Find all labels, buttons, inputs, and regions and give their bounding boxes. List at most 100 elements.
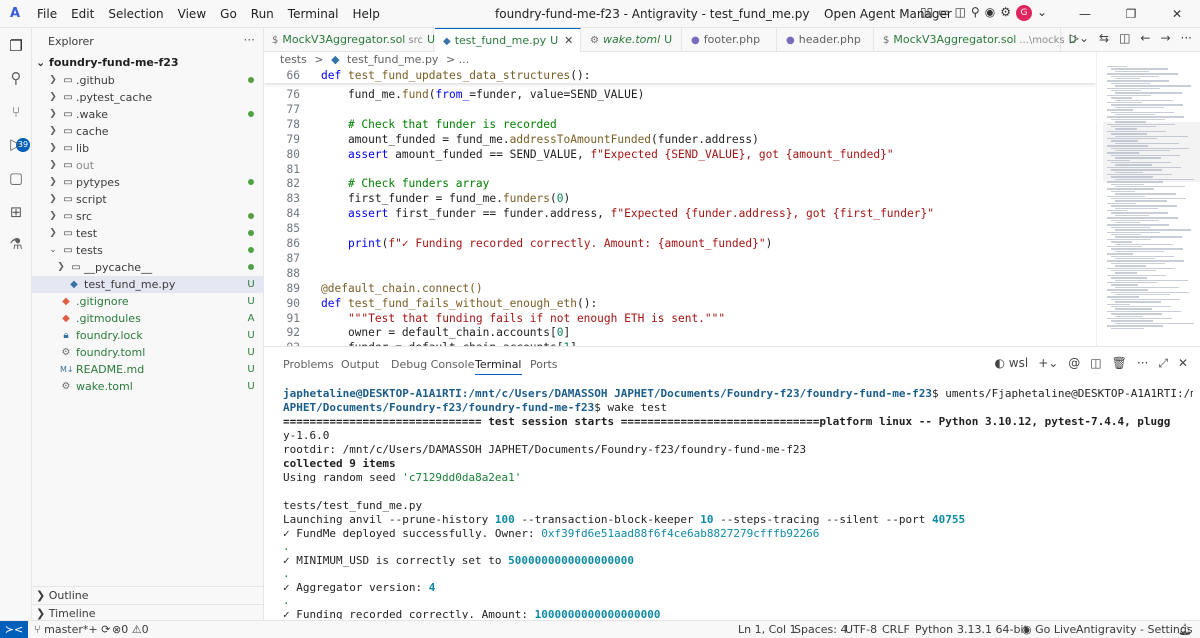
code-line[interactable]: 78 # Check that funder is recorded (264, 117, 1096, 132)
tree-item-lib[interactable]: ❯ ▭ lib (32, 140, 264, 157)
terminal-output[interactable]: japhetaline@DESKTOP-A1A1RTI:/mnt/c/Users… (283, 387, 1193, 619)
tree-item-wake[interactable]: ❯ ▭ .wake (32, 106, 264, 123)
tab-header-php[interactable]: ● header.php (778, 28, 874, 52)
code-line[interactable]: 87 (264, 251, 1096, 266)
tab-test-fund-me-py[interactable]: ◆ test_fund_me.py U ✕ (435, 28, 581, 52)
code-line[interactable]: 82 # Check funders array (264, 176, 1096, 191)
code-line[interactable]: 91 """Test that funding fails if not eno… (264, 311, 1096, 326)
at-icon[interactable]: @ (1068, 356, 1080, 371)
tree-item-test-fund-me-py[interactable]: ◆ test_fund_me.py U (32, 276, 264, 293)
split-editor-icon[interactable]: ◫ (1119, 31, 1130, 45)
tab-ports[interactable]: Ports (530, 357, 558, 375)
code-line[interactable]: 92 owner = default_chain.accounts[0] (264, 325, 1096, 340)
tab-output[interactable]: Output (341, 357, 379, 375)
settings-status[interactable]: Antigravity - Settings (1076, 621, 1193, 638)
breadcrumb-file[interactable]: test_fund_me.py (347, 53, 438, 66)
indentation[interactable]: Spaces: 4 (794, 621, 847, 638)
breadcrumb-symbol[interactable]: > ... (446, 53, 469, 66)
testing-icon[interactable]: ⚗ (4, 232, 28, 256)
tab-footer-php[interactable]: ● footer.php (683, 28, 777, 52)
timeline-section[interactable]: ❯ Timeline (32, 604, 264, 621)
more-actions-icon[interactable]: ··· (1137, 356, 1148, 371)
tab-mockv3aggregator-src[interactable]: $ MockV3Aggregator.sol src U (264, 28, 435, 52)
cursor-position[interactable]: Ln 1, Col 1 (738, 621, 797, 638)
tree-item-foundry-lock[interactable]: 🔒︎ foundry.lock U (32, 327, 264, 344)
code-line[interactable]: 79 amount_funded = fund_me.addressToAmou… (264, 132, 1096, 147)
code-line[interactable]: 85 (264, 221, 1096, 236)
menu-help[interactable]: Help (346, 7, 387, 21)
menu-view[interactable]: View (171, 7, 213, 21)
tree-item-test[interactable]: ❯ ▭ test (32, 225, 264, 242)
code-line[interactable]: 80 assert amount_funded == SEND_VALUE, f… (264, 147, 1096, 162)
tab-terminal[interactable]: Terminal (475, 357, 522, 375)
code-line[interactable]: 77 (264, 102, 1096, 117)
tree-item-wake-toml[interactable]: ⚙ wake.toml U (32, 378, 264, 395)
go-live-button[interactable]: ◉ Go Live (1022, 621, 1076, 638)
extensions-icon[interactable]: ⊞ (4, 200, 28, 224)
copilot-icon[interactable]: ◉ (985, 5, 995, 21)
explorer-icon[interactable]: ❐ (4, 34, 28, 58)
menu-run[interactable]: Run (244, 7, 281, 21)
code-line[interactable]: 76 fund_me.fund(from_=funder, value=SEND… (264, 87, 1096, 102)
new-terminal-icon[interactable]: +⌄ (1038, 356, 1058, 371)
search-icon[interactable]: ⚲ (4, 66, 28, 90)
tree-item-pycache[interactable]: ❯ ▭ __pycache__ (32, 259, 264, 276)
workspace-root[interactable]: ⌄ foundry-fund-me-f23 (36, 56, 179, 69)
code-line[interactable]: 88 (264, 266, 1096, 281)
tree-item-pytest-cache[interactable]: ❯ ▭ .pytest_cache (32, 89, 264, 106)
code-line[interactable]: 83 first_funder = fund_me.funders(0) (264, 191, 1096, 206)
run-debug-icon[interactable]: ▷ (4, 132, 28, 156)
python-interpreter[interactable]: 3.13.1 64-bit (957, 621, 1028, 638)
tab-mockv3aggregator-mocks[interactable]: $ MockV3Aggregator.sol ...\mocks U (875, 28, 1077, 52)
tab-problems[interactable]: Problems (283, 357, 334, 375)
code-line[interactable]: 90 def test_fund_fails_without_enough_eth… (264, 296, 1096, 311)
notifications-icon[interactable]: 🔔︎ (1178, 621, 1192, 638)
code-line[interactable]: 84 assert first_funder == funder.address… (264, 206, 1096, 221)
code-line[interactable]: 86 print(f"✓ Funding recorded correctly.… (264, 236, 1096, 251)
close-icon[interactable]: ✕ (1154, 0, 1200, 28)
tree-item-gitmodules[interactable]: ◆ .gitmodules A (32, 310, 264, 327)
language-mode[interactable]: Python (915, 621, 953, 638)
restore-icon[interactable]: ❐ (1108, 0, 1154, 28)
close-panel-icon[interactable]: ✕ (1178, 356, 1188, 371)
menu-terminal[interactable]: Terminal (281, 7, 346, 21)
panel-toggle-icon[interactable]: ▭ (938, 5, 949, 21)
tree-item-pytypes[interactable]: ❯ ▭ pytypes (32, 174, 264, 191)
chevron-down-icon[interactable]: ⌄ (1037, 5, 1047, 21)
close-tab-icon[interactable]: ✕ (564, 34, 573, 47)
menu-go[interactable]: Go (213, 7, 244, 21)
end-of-line[interactable]: CRLF (882, 621, 910, 638)
tree-item-github[interactable]: ❯ ▭ .github (32, 72, 264, 89)
terminal-profile[interactable]: ◐ wsl (994, 356, 1028, 371)
encoding[interactable]: UTF-8 (845, 621, 877, 638)
menu-selection[interactable]: Selection (101, 7, 170, 21)
tree-item-script[interactable]: ❯ ▭ script (32, 191, 264, 208)
tab-debug-console[interactable]: Debug Console (391, 357, 474, 375)
maximize-panel-icon[interactable]: ⤢ (1158, 356, 1168, 371)
kill-terminal-icon[interactable]: 🗑︎ (1112, 356, 1127, 371)
breadcrumb-folder[interactable]: tests (280, 53, 307, 66)
more-actions-icon[interactable]: ··· (1181, 31, 1192, 45)
minimize-icon[interactable]: — (1062, 0, 1108, 28)
code-editor[interactable]: 66 def test_fund_updates_data_structures(… (264, 68, 1096, 346)
minimap[interactable] (1096, 52, 1200, 346)
code-line[interactable]: 89 @default_chain.connect() (264, 281, 1096, 296)
tree-item-tests[interactable]: ⌄ ▭ tests (32, 242, 264, 259)
tree-item-src[interactable]: ❯ ▭ src (32, 208, 264, 225)
source-control-icon[interactable]: ⑂ (4, 100, 28, 124)
avatar[interactable]: G (1015, 5, 1032, 21)
remote-explorer-icon[interactable]: ▢ (4, 166, 28, 190)
menu-file[interactable]: File (30, 7, 64, 21)
forward-icon[interactable]: → (1160, 31, 1170, 45)
tree-item-readme[interactable]: M↓ README.md U (32, 361, 264, 378)
gear-icon[interactable]: ⚙ (1000, 5, 1011, 21)
code-line[interactable]: 81 (264, 162, 1096, 177)
tree-item-foundry-toml[interactable]: ⚙ foundry.toml U (32, 344, 264, 361)
tab-wake-toml[interactable]: ⚙ wake.toml U (582, 28, 682, 52)
tree-item-gitignore[interactable]: ◆ .gitignore U (32, 293, 264, 310)
run-icon[interactable]: ▷⌄ (1070, 31, 1089, 45)
remote-indicator-icon[interactable]: ≻< (0, 621, 28, 638)
tree-item-cache[interactable]: ❯ ▭ cache (32, 123, 264, 140)
search-icon[interactable]: ⚲ (971, 5, 980, 21)
tree-item-out[interactable]: ❯ ▭ out (32, 157, 264, 174)
